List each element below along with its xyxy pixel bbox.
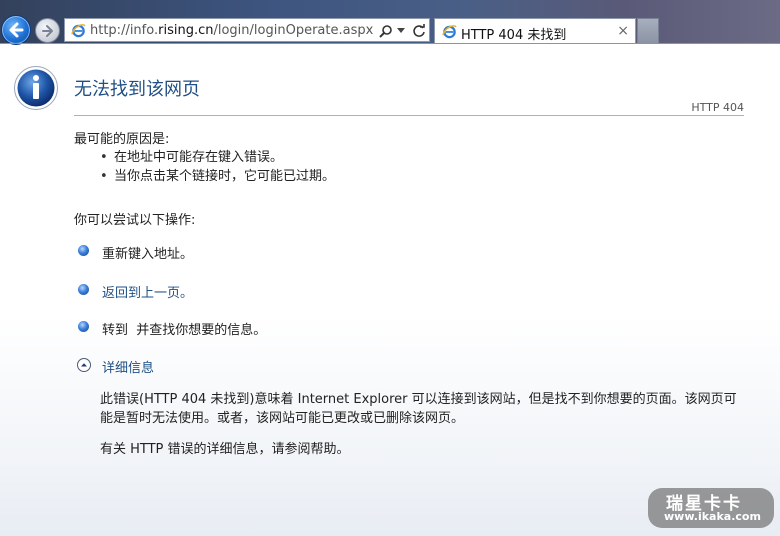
- collapse-details-icon[interactable]: [77, 358, 91, 372]
- details-toggle[interactable]: 详细信息: [102, 357, 154, 376]
- ie-page-icon: [71, 24, 86, 38]
- forward-button[interactable]: [35, 18, 60, 43]
- address-url[interactable]: http://info.rising.cn/login/loginOperate…: [90, 23, 373, 38]
- page-title: 无法找到该网页: [74, 79, 200, 100]
- cause-item: 在地址中可能存在键入错误。: [100, 148, 335, 167]
- bullet-dot-icon: [78, 245, 89, 256]
- go-back-link[interactable]: 返回到上一页。: [102, 282, 193, 301]
- tab-http-404[interactable]: HTTP 404 未找到 ×: [434, 18, 636, 44]
- browser-toolbar: http://info.rising.cn/login/loginOperate…: [0, 0, 780, 45]
- action-text: 转到 并查找你想要的信息。: [102, 323, 267, 338]
- tab-title: HTTP 404 未找到: [461, 28, 567, 43]
- arrow-left-icon: [9, 22, 24, 38]
- error-code: HTTP 404: [691, 101, 744, 114]
- dropdown-arrow-icon[interactable]: [396, 22, 406, 39]
- watermark-badge: 瑞星卡卡 www.ikaka.com: [648, 488, 774, 528]
- details-text: 此错误(HTTP 404 未找到)意味着 Internet Explorer 可…: [100, 392, 737, 426]
- bullet-dot-icon: [78, 284, 89, 295]
- arrow-right-icon: [41, 24, 53, 37]
- watermark-url: www.ikaka.com: [664, 510, 761, 523]
- back-button[interactable]: [1, 15, 31, 45]
- url-prefix: http://info.: [90, 23, 159, 38]
- ie-tab-icon: [442, 25, 457, 39]
- cause-item: 当你点击某个链接时，它可能已过期。: [100, 167, 335, 186]
- bullet-dot-icon: [78, 321, 89, 332]
- close-tab-icon[interactable]: ×: [617, 23, 629, 39]
- error-page: 无法找到该网页 HTTP 404 最可能的原因是: 在地址中可能存在键入错误。 …: [0, 45, 780, 536]
- help-text: 有关 HTTP 错误的详细信息，请参阅帮助。: [100, 442, 350, 457]
- refresh-icon[interactable]: [411, 22, 427, 39]
- divider: [74, 115, 744, 116]
- url-path: /login/loginOperate.aspx: [213, 23, 374, 38]
- actions-label: 你可以尝试以下操作:: [74, 213, 196, 228]
- action-text: 重新键入地址。: [102, 247, 194, 262]
- causes-list: 在地址中可能存在键入错误。 当你点击某个链接时，它可能已过期。: [100, 148, 335, 186]
- info-icon: [14, 66, 58, 110]
- search-icon[interactable]: [378, 22, 394, 39]
- new-tab-button[interactable]: [637, 18, 659, 44]
- address-bar[interactable]: http://info.rising.cn/login/loginOperate…: [64, 18, 430, 42]
- url-domain: rising.cn: [158, 23, 214, 38]
- causes-label: 最可能的原因是:: [74, 132, 170, 147]
